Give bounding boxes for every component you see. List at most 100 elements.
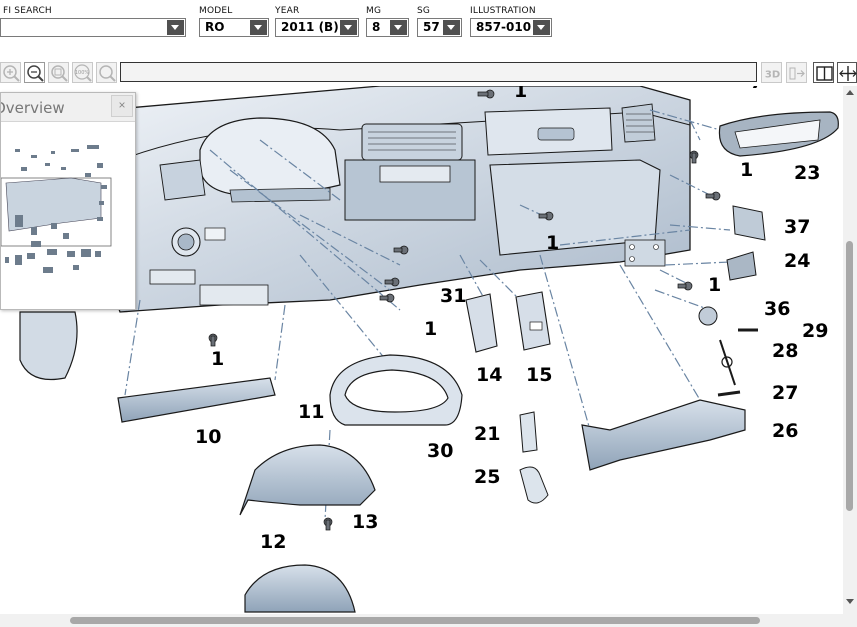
mg-group: MG 8 [366, 5, 409, 37]
fi-search-group: FI SEARCH [0, 5, 186, 37]
zoom-out-button[interactable] [24, 62, 45, 83]
illustration-group: ILLUSTRATION 857-010 [470, 5, 552, 37]
callout-24[interactable]: 24 [784, 251, 810, 271]
year-value: 2011 (B) [281, 20, 339, 34]
model-group: MODEL RO [199, 5, 269, 37]
chevron-down-icon[interactable] [250, 20, 267, 35]
split-view-icon [816, 66, 833, 81]
model-value: RO [205, 20, 225, 34]
mg-label: MG [366, 6, 382, 16]
close-button[interactable]: × [111, 95, 133, 117]
zoom-area-button[interactable] [48, 62, 69, 83]
part-30-cluster-surround[interactable] [329, 354, 463, 426]
screw-icon [705, 191, 721, 201]
callout-7[interactable]: 7 [750, 86, 763, 92]
cube-3d-icon: 3D [765, 70, 780, 81]
mg-select[interactable]: 8 [366, 18, 409, 37]
callout-36[interactable]: 36 [764, 299, 790, 319]
overview-header[interactable]: Overview × [1, 93, 135, 122]
part-37-bracket[interactable] [732, 205, 766, 241]
zoom-out-icon [27, 65, 44, 82]
callout-29[interactable]: 29 [802, 321, 828, 341]
zoom-in-button[interactable] [0, 62, 21, 83]
part-15-switch-panel[interactable] [515, 291, 551, 351]
illustration-value: 857-010 [476, 20, 532, 34]
horizontal-scrollbar[interactable] [0, 614, 857, 627]
mg-value: 8 [372, 20, 381, 34]
scroll-up-icon[interactable] [846, 90, 854, 95]
callout-25[interactable]: 25 [474, 467, 500, 487]
callout-1[interactable]: 1 [424, 319, 437, 339]
year-select[interactable]: 2011 (B) [275, 18, 359, 37]
crosshair-button[interactable] [837, 62, 857, 83]
chevron-down-icon[interactable] [390, 20, 407, 35]
callout-1[interactable]: 1 [546, 233, 559, 253]
horizontal-scroll-thumb[interactable] [70, 617, 760, 624]
chevron-down-icon[interactable] [533, 20, 550, 35]
screw-icon [689, 150, 699, 164]
callout-28[interactable]: 28 [772, 341, 798, 361]
chevron-down-icon[interactable] [167, 20, 184, 35]
year-label: YEAR [275, 6, 300, 16]
callout-10[interactable]: 10 [195, 427, 221, 447]
callout-27[interactable]: 27 [772, 383, 798, 403]
sg-select[interactable]: 57 [417, 18, 462, 37]
callout-37[interactable]: 37 [784, 217, 810, 237]
callout-31[interactable]: 31 [440, 286, 466, 306]
screw-icon [677, 281, 693, 291]
callout-1[interactable]: 1 [740, 160, 753, 180]
callout-13[interactable]: 13 [352, 512, 378, 532]
view-3d-button[interactable]: 3D [761, 62, 782, 83]
callout-14[interactable]: 14 [476, 365, 502, 385]
part-36-plug[interactable] [698, 306, 718, 326]
callout-1[interactable]: 1 [211, 349, 224, 369]
zoom-area-icon [51, 65, 68, 82]
illustration-label: ILLUSTRATION [470, 6, 536, 16]
callout-11[interactable]: 11 [298, 402, 324, 422]
overview-title: Overview [0, 99, 65, 117]
path-field[interactable] [120, 62, 757, 82]
transfer-arrow-icon [789, 67, 805, 80]
dashboard-panel[interactable] [104, 86, 691, 313]
overview-thumbnail[interactable] [1, 123, 135, 309]
transfer-button[interactable] [786, 62, 807, 83]
view-3d-label: 3D [765, 70, 780, 81]
callout-1[interactable]: 1 [514, 86, 527, 101]
callout-1[interactable]: 1 [708, 275, 721, 295]
chevron-down-icon[interactable] [443, 20, 460, 35]
vertical-scrollbar[interactable] [843, 86, 857, 614]
chevron-down-icon[interactable] [340, 20, 357, 35]
part-14-trim[interactable] [465, 293, 498, 353]
part-11-column-cover[interactable] [239, 444, 376, 516]
illustration-select[interactable]: 857-010 [470, 18, 552, 37]
callout-21[interactable]: 21 [474, 424, 500, 444]
scroll-down-icon[interactable] [846, 599, 854, 604]
fi-search-label: FI SEARCH [3, 6, 52, 16]
callout-26[interactable]: 26 [772, 421, 798, 441]
callout-15[interactable]: 15 [526, 365, 552, 385]
part-10-trim[interactable] [117, 377, 276, 423]
part-24-cover[interactable] [726, 251, 757, 281]
search-button[interactable] [96, 62, 117, 83]
part-left-end-cap[interactable] [19, 311, 78, 381]
overview-panel[interactable]: Overview × [0, 92, 136, 310]
callout-30[interactable]: 30 [427, 441, 453, 461]
screw-icon [208, 333, 218, 347]
close-icon: × [118, 98, 126, 112]
filter-bar: FI SEARCH MODEL RO YEAR 2011 (B) MG 8 SG… [0, 0, 857, 46]
vertical-scroll-thumb[interactable] [846, 241, 853, 511]
callout-23[interactable]: 23 [794, 163, 820, 183]
zoom-100-button[interactable]: 100% [72, 62, 93, 83]
toolbar: 100% 3D [0, 60, 857, 85]
path-text [121, 67, 125, 79]
model-select[interactable]: RO [199, 18, 269, 37]
part-26-side-trim[interactable] [581, 399, 746, 471]
sg-label: SG [417, 6, 431, 16]
sg-value: 57 [423, 20, 440, 34]
part-12-lower-cover[interactable] [244, 564, 356, 613]
part-25-duct-elbow[interactable] [519, 466, 549, 504]
model-label: MODEL [199, 6, 233, 16]
split-view-button[interactable] [813, 62, 834, 83]
callout-12[interactable]: 12 [260, 532, 286, 552]
fi-search-select[interactable] [0, 18, 186, 37]
